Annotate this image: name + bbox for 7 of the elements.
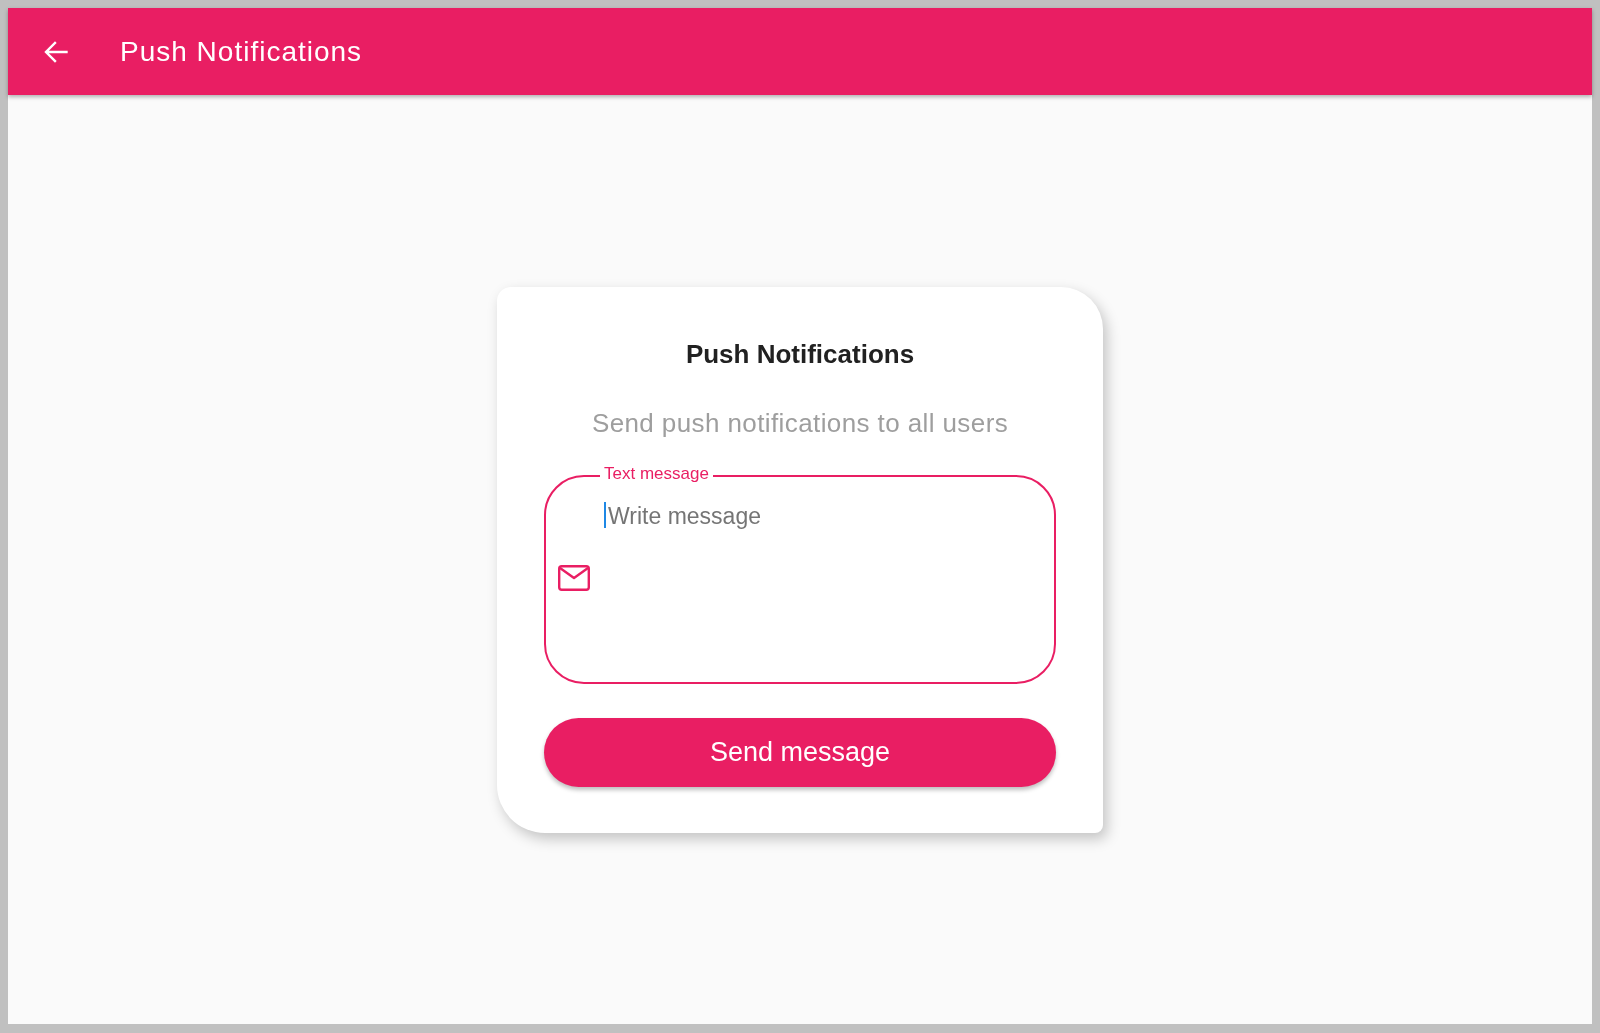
send-message-button[interactable]: Send message <box>544 717 1056 787</box>
card-title: Push Notifications <box>685 337 915 370</box>
app-bar-title: Push Notifications <box>120 37 363 66</box>
back-arrow-icon <box>44 40 68 63</box>
text-cursor-icon <box>604 501 606 528</box>
card-subtitle: Send push notifications to all users <box>591 406 1009 440</box>
mail-icon <box>558 564 590 591</box>
